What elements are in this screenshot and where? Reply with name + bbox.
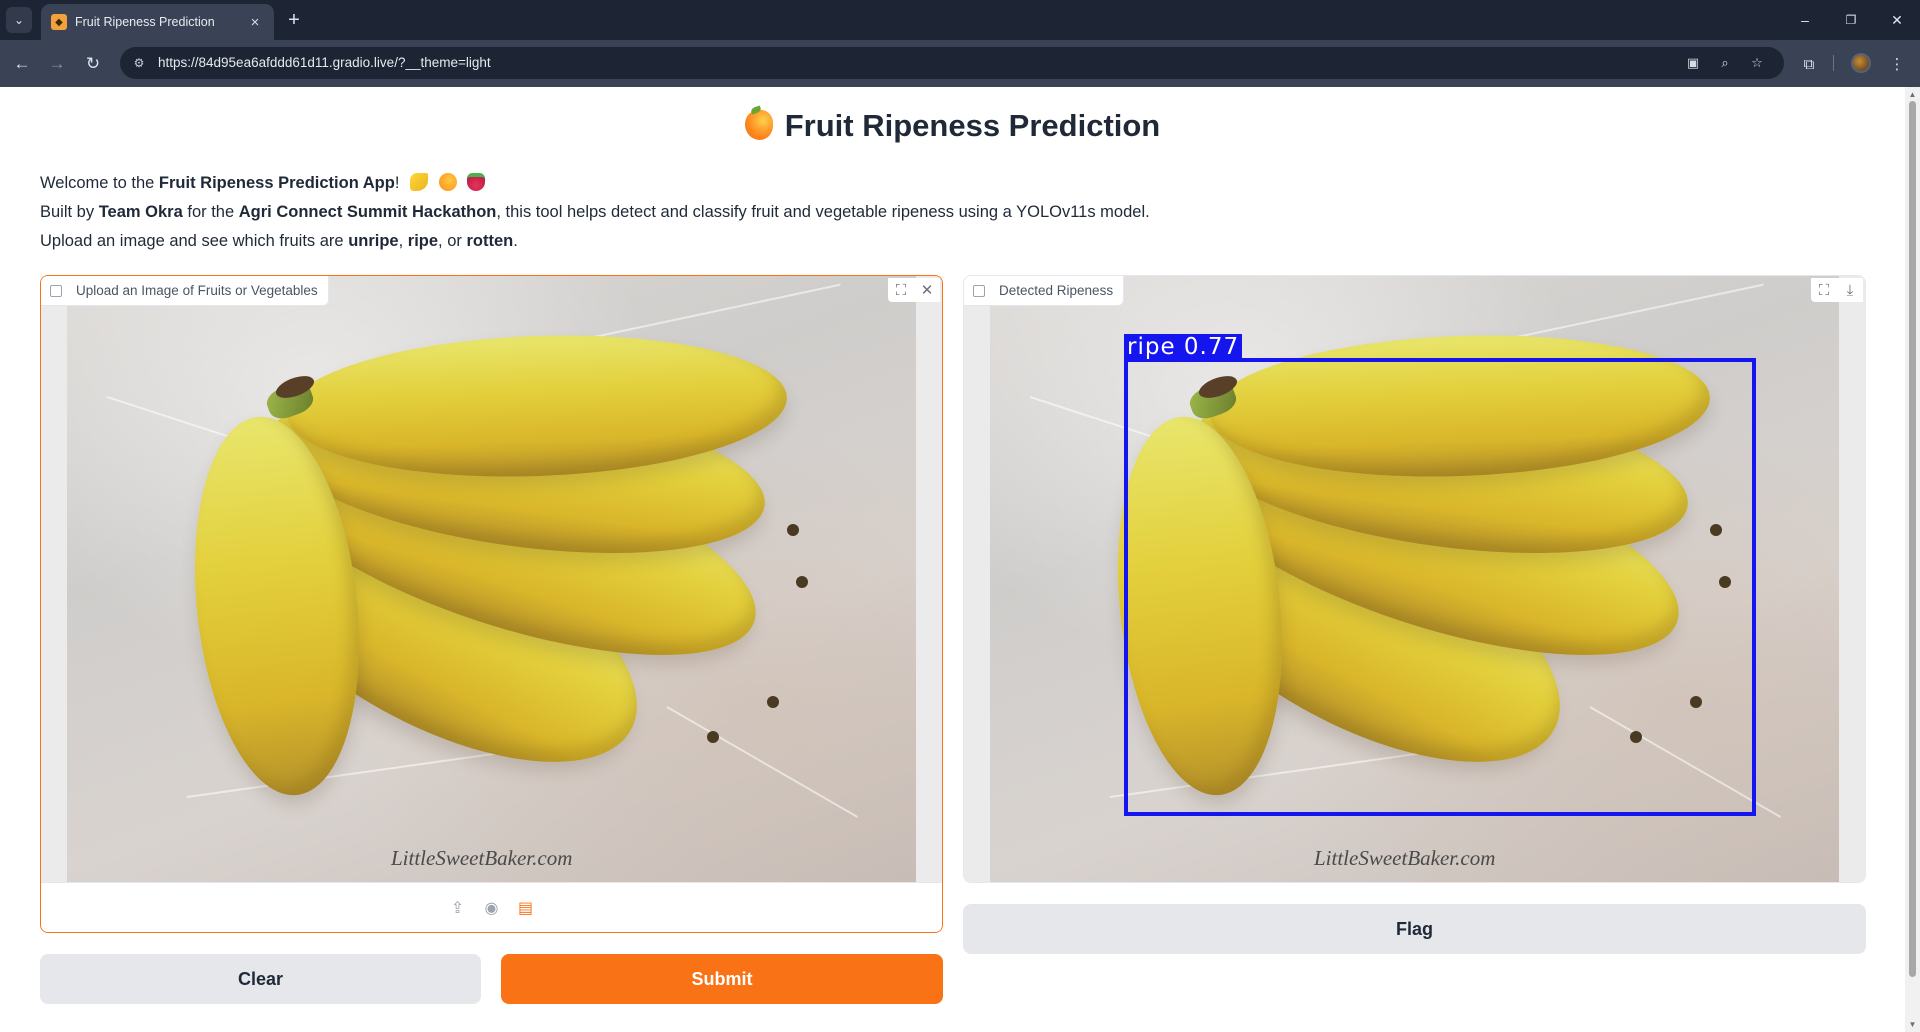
minimize-icon[interactable]: – — [1790, 7, 1820, 33]
tab-search-icon[interactable]: ⌄ — [6, 7, 32, 33]
tab-strip: ⌄ ◆ Fruit Ripeness Prediction × + – ❐ ✕ — [0, 0, 1920, 40]
image-icon — [973, 284, 985, 297]
banana-tip — [796, 576, 808, 588]
gradio-favicon-icon: ◆ — [51, 14, 67, 30]
photo-watermark: LittleSweetBaker.com — [391, 846, 573, 870]
reload-icon[interactable]: ↻ — [80, 51, 106, 77]
detection-label: ripe 0.77 — [1124, 334, 1243, 361]
output-image-canvas: LittleSweetBaker.com ripe 0.77 — [964, 276, 1865, 882]
banana-tip — [787, 524, 799, 536]
browser-tab[interactable]: ◆ Fruit Ripeness Prediction × — [41, 4, 274, 40]
scroll-down-icon[interactable]: ▼ — [1908, 1020, 1917, 1029]
bookmark-star-icon[interactable]: ☆ — [1748, 54, 1766, 72]
browser-chrome: ⌄ ◆ Fruit Ripeness Prediction × + – ❐ ✕ … — [0, 0, 1920, 87]
input-banana-photo: LittleSweetBaker.com — [67, 276, 916, 883]
zoom-icon[interactable]: ⌕ — [1716, 54, 1734, 72]
new-tab-icon[interactable]: + — [282, 8, 306, 32]
menu-kebab-icon[interactable]: ⋮ — [1884, 51, 1910, 77]
fullscreen-icon[interactable]: ⛶ — [1811, 278, 1837, 302]
strawberry-emoji-icon — [467, 173, 486, 191]
marble-vein — [666, 706, 859, 818]
output-image-actions: ⛶ ⤓ — [1811, 278, 1863, 302]
clipboard-icon[interactable]: ▤ — [516, 898, 536, 918]
marble-vein — [186, 748, 524, 798]
url-text[interactable]: https://84d95ea6afddd61d11.gradio.live/?… — [158, 55, 491, 70]
address-bar[interactable]: ⚙ https://84d95ea6afddd61d11.gradio.live… — [120, 47, 1784, 79]
clear-button[interactable]: Clear — [40, 954, 481, 1004]
mango-emoji-icon — [438, 173, 457, 191]
image-source-bar: ⇪ ◉ ▤ — [41, 882, 942, 932]
title-row: Fruit Ripeness Prediction — [0, 108, 1905, 144]
site-info-icon[interactable]: ⚙ — [130, 54, 148, 72]
gradio-app: Fruit Ripeness Prediction Welcome to the… — [0, 87, 1905, 1032]
forward-icon[interactable]: → — [44, 51, 70, 77]
input-image-actions: ⛶ ✕ — [888, 278, 940, 302]
flag-button[interactable]: Flag — [963, 904, 1866, 954]
fullscreen-icon[interactable]: ⛶ — [888, 278, 914, 302]
banana-tip — [707, 731, 719, 743]
mango-icon — [744, 110, 773, 140]
scroll-thumb[interactable] — [1909, 101, 1916, 977]
page-scrollbar[interactable]: ▲ ▼ — [1905, 87, 1920, 1032]
save-page-icon[interactable]: ▣ — [1684, 54, 1702, 72]
webcam-icon[interactable]: ◉ — [482, 898, 502, 918]
back-icon[interactable]: ← — [9, 51, 35, 77]
photo-watermark: LittleSweetBaker.com — [1314, 846, 1496, 870]
output-image-panel: Detected Ripeness ⛶ ⤓ LittleSweetBaker.c… — [963, 275, 1866, 883]
submit-button[interactable]: Submit — [501, 954, 943, 1004]
page-title: Fruit Ripeness Prediction — [784, 108, 1161, 143]
browser-toolbar: ← → ↻ ⚙ https://84d95ea6afddd61d11.gradi… — [0, 40, 1920, 87]
profile-avatar[interactable] — [1851, 53, 1871, 73]
tab-close-icon[interactable]: × — [246, 14, 264, 31]
remove-image-icon[interactable]: ✕ — [914, 278, 940, 302]
input-image-panel[interactable]: Upload an Image of Fruits or Vegetables … — [40, 275, 943, 933]
download-icon[interactable]: ⤓ — [1837, 278, 1863, 302]
scroll-up-icon[interactable]: ▲ — [1908, 90, 1917, 99]
restore-icon[interactable]: ❐ — [1836, 7, 1866, 33]
banana-emoji-icon — [410, 173, 429, 191]
detection-bounding-box — [1124, 358, 1756, 816]
toolbar-divider — [1833, 55, 1834, 71]
description-line-1: Welcome to the Fruit Ripeness Prediction… — [40, 169, 1150, 198]
output-banana-photo: LittleSweetBaker.com ripe 0.77 — [990, 276, 1839, 882]
output-image-label: Detected Ripeness — [964, 276, 1125, 306]
description: Welcome to the Fruit Ripeness Prediction… — [40, 169, 1150, 256]
input-image-canvas[interactable]: LittleSweetBaker.com — [41, 276, 942, 883]
extensions-icon[interactable]: ⧉ — [1796, 51, 1822, 77]
input-image-label: Upload an Image of Fruits or Vegetables — [41, 276, 329, 306]
description-line-3: Upload an image and see which fruits are… — [40, 232, 518, 250]
upload-icon[interactable]: ⇪ — [448, 898, 468, 918]
image-icon — [50, 284, 62, 297]
tab-title: Fruit Ripeness Prediction — [75, 15, 215, 29]
close-window-icon[interactable]: ✕ — [1882, 7, 1912, 33]
banana-tip — [767, 696, 779, 708]
description-line-2: Built by Team Okra for the Agri Connect … — [40, 203, 1150, 221]
